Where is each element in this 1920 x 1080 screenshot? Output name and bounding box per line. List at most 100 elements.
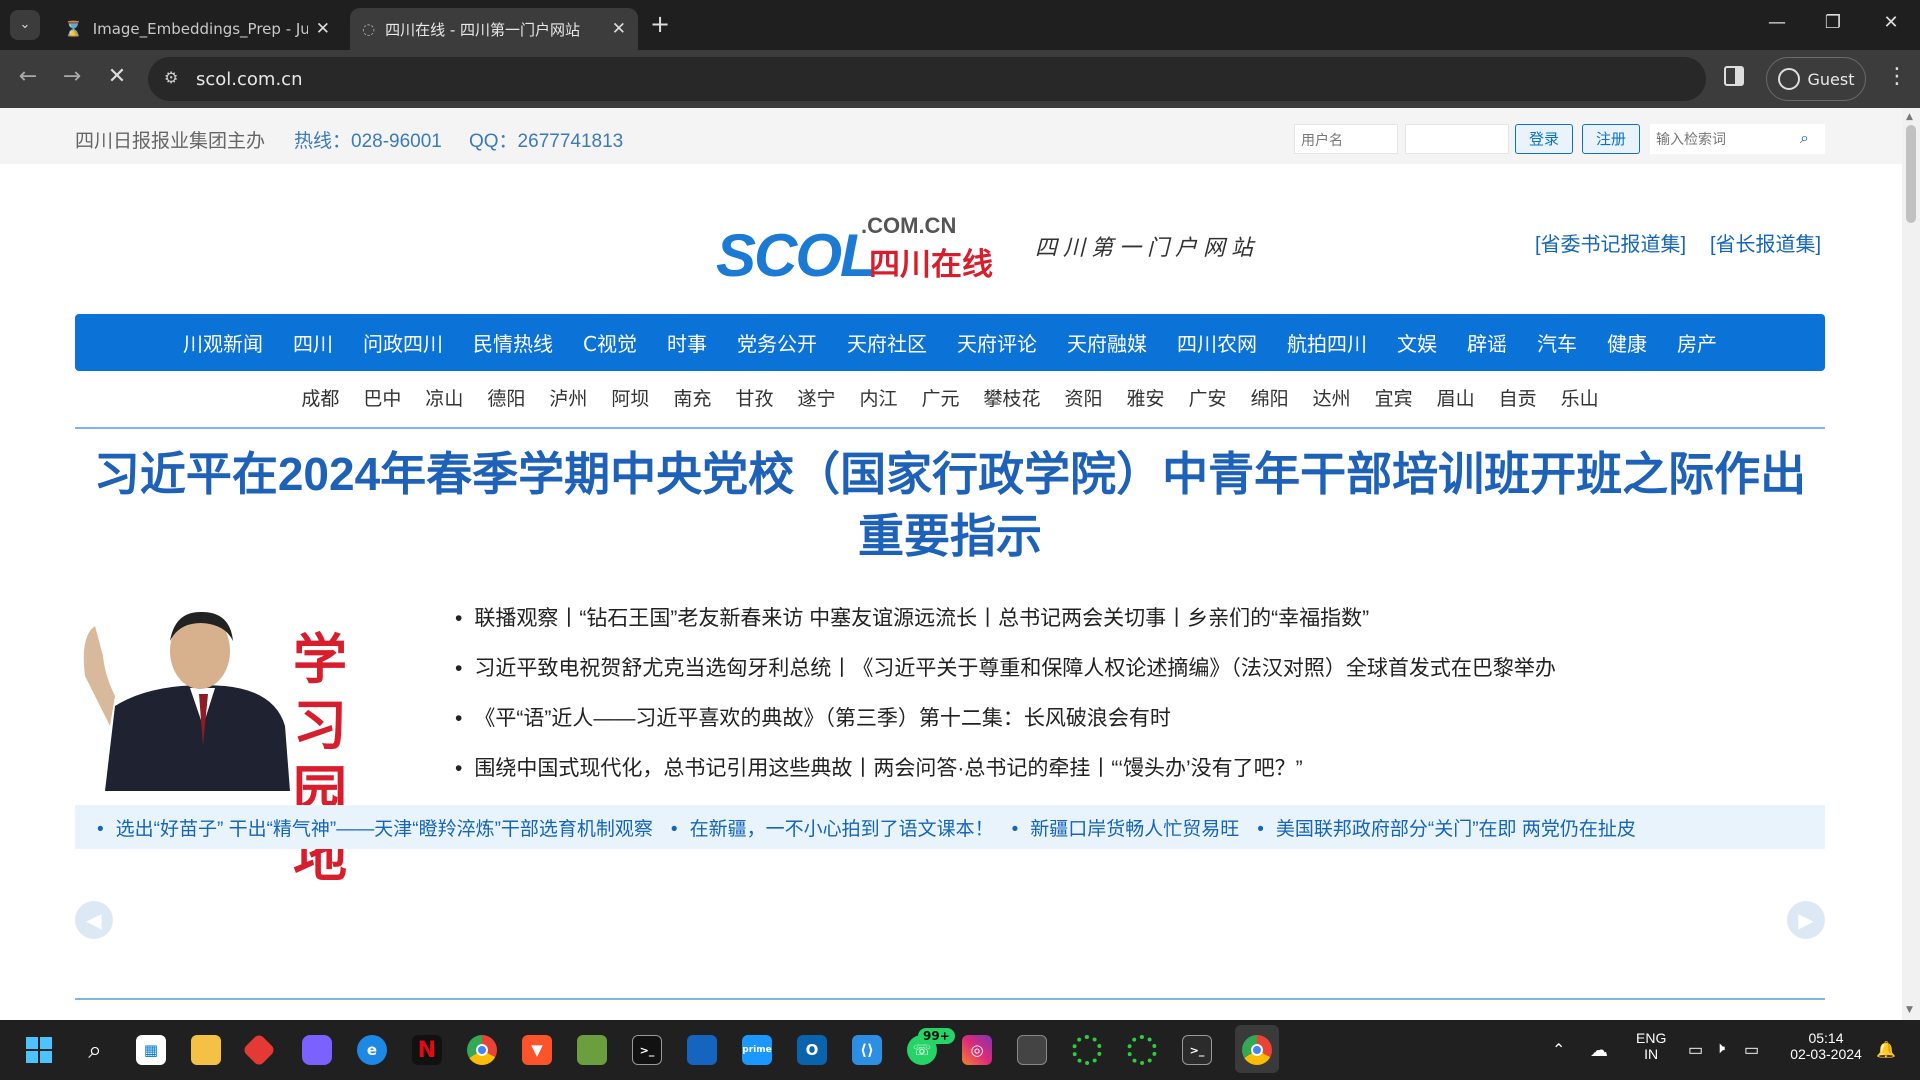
city-link[interactable]: 攀枝花 (984, 384, 1041, 411)
nav-item[interactable]: 辟谣 (1467, 328, 1507, 357)
city-link[interactable]: 遂宁 (797, 384, 835, 411)
ticker-item[interactable]: 新疆口岸货畅人忙贸易旺 (1012, 814, 1239, 841)
clock[interactable]: 05:14 02-03-2024 (1786, 1030, 1866, 1062)
chrome-active-icon[interactable] (1242, 1035, 1272, 1065)
nav-item[interactable]: 文娱 (1397, 328, 1437, 357)
city-link[interactable]: 阿坝 (611, 384, 649, 411)
volume-muted-icon[interactable]: 🕨 (1715, 1040, 1725, 1058)
nav-item[interactable]: 健康 (1607, 328, 1647, 357)
terminal-2-icon[interactable]: >_ (1182, 1035, 1212, 1065)
city-link[interactable]: 南充 (673, 384, 711, 411)
city-link[interactable]: 巴中 (363, 384, 401, 411)
tab-search-dropdown[interactable]: ⌄ (10, 10, 40, 40)
carousel-prev-icon[interactable]: ◀ (75, 901, 113, 939)
profile-button[interactable]: Guest (1766, 57, 1866, 101)
file-explorer-icon[interactable] (191, 1035, 221, 1065)
chrome-icon[interactable] (467, 1035, 497, 1065)
city-link[interactable]: 广元 (921, 384, 959, 411)
city-link[interactable]: 泸州 (549, 384, 587, 411)
ticker-item[interactable]: 美国联邦政府部分“关门”在即 两党仍在扯皮 (1257, 814, 1636, 841)
login-button[interactable]: 登录 (1515, 124, 1573, 154)
site-logo[interactable]: SCOL .COM.CN 四川在线 (716, 213, 1006, 289)
news-bullet[interactable]: 联播观察丨“钻石王国”老友新春来访 中塞友谊源远流长丨总书记两会关切事丨乡亲们的… (455, 602, 1369, 632)
page-scrollbar[interactable] (1902, 108, 1920, 1020)
brave-icon[interactable]: ▼ (522, 1035, 552, 1065)
nav-item[interactable]: 航拍四川 (1287, 328, 1367, 357)
username-field[interactable]: 用户名 (1294, 124, 1398, 154)
nav-item[interactable]: 党务公开 (737, 328, 817, 357)
back-icon[interactable]: ← (12, 64, 44, 89)
stop-loading-icon[interactable]: ✕ (101, 64, 133, 89)
app-blue-icon[interactable] (687, 1035, 717, 1065)
edge-icon[interactable]: e (357, 1035, 387, 1065)
minimize-icon[interactable]: — (1757, 12, 1797, 33)
city-link[interactable]: 达州 (1313, 384, 1351, 411)
close-window-icon[interactable]: ✕ (1871, 12, 1911, 33)
site-search-input[interactable]: 输入检索词 (1650, 124, 1825, 154)
news-bullet[interactable]: 《平“语”近人——习近平喜欢的典故》（第三季）第十二集：长风破浪会有时 (455, 702, 1170, 732)
ticker-item[interactable]: 在新疆，一不小心拍到了语文课本！ (671, 814, 994, 841)
city-link[interactable]: 眉山 (1437, 384, 1475, 411)
loading-green-icon[interactable] (1072, 1035, 1102, 1065)
nav-item[interactable]: 时事 (667, 328, 707, 357)
city-link[interactable]: 乐山 (1561, 384, 1599, 411)
loading-green-icon-2[interactable] (1127, 1035, 1157, 1065)
close-tab-icon[interactable]: ✕ (316, 19, 330, 39)
nav-item[interactable]: 民情热线 (473, 328, 553, 357)
store-icon[interactable]: ▦ (136, 1035, 166, 1065)
governor-reports-link[interactable]: [省长报道集] (1710, 228, 1821, 257)
cloud-icon[interactable]: ☁ (1590, 1040, 1608, 1061)
nav-item[interactable]: 四川农网 (1177, 328, 1257, 357)
city-link[interactable]: 内江 (859, 384, 897, 411)
prime-video-icon[interactable]: prime (742, 1035, 772, 1065)
study-garden-banner[interactable]: 学习园地 (75, 596, 430, 889)
show-hidden-icons[interactable]: ⌃ (1552, 1040, 1565, 1060)
city-link[interactable]: 成都 (301, 384, 339, 411)
city-link[interactable]: 广安 (1189, 384, 1227, 411)
city-link[interactable]: 凉山 (425, 384, 463, 411)
outlook-icon[interactable]: O (797, 1035, 827, 1065)
nav-item[interactable]: 川观新闻 (183, 328, 263, 357)
carousel-next-icon[interactable]: ▶ (1787, 901, 1825, 939)
forward-icon[interactable]: → (56, 64, 88, 89)
nav-item[interactable]: 天府评论 (957, 328, 1037, 357)
city-link[interactable]: 德阳 (487, 384, 525, 411)
nav-item[interactable]: 天府融媒 (1067, 328, 1147, 357)
site-info-icon[interactable]: ⚙ (164, 68, 178, 87)
nav-item[interactable]: C视觉 (583, 328, 637, 357)
search-icon[interactable]: ⌕ (80, 1035, 110, 1065)
news-bullet[interactable]: 围绕中国式现代化，总书记引用这些典故丨两会问答·总书记的牵挂丨“‘馒头办’没有了… (455, 752, 1302, 782)
language-indicator[interactable]: ENG IN (1636, 1030, 1666, 1062)
new-tab-button[interactable]: + (650, 10, 670, 38)
notification-bell-icon[interactable]: 🔔 (1876, 1040, 1896, 1060)
restore-icon[interactable]: ❐ (1813, 12, 1853, 33)
browser-menu-icon[interactable]: ⋮ (1886, 64, 1908, 89)
app-grey-icon[interactable] (1017, 1035, 1047, 1065)
scrollbar-thumb[interactable] (1906, 125, 1916, 223)
close-tab-icon[interactable]: ✕ (612, 19, 626, 39)
city-link[interactable]: 宜宾 (1375, 384, 1413, 411)
instagram-icon[interactable]: ◎ (962, 1035, 992, 1065)
scroll-down-icon[interactable]: ▼ (1906, 1005, 1913, 1015)
netflix-icon[interactable]: N (412, 1035, 442, 1065)
city-link[interactable]: 自贡 (1499, 384, 1537, 411)
vscode-icon[interactable]: ⟨⟩ (852, 1035, 882, 1065)
start-icon[interactable] (24, 1035, 54, 1065)
ticker-item[interactable]: 选出“好苗子” 干出“精气神”——天津“瞪羚淬炼”干部选育机制观察 (97, 814, 653, 841)
battery-icon[interactable]: ▭ (1744, 1040, 1759, 1060)
city-link[interactable]: 绵阳 (1251, 384, 1289, 411)
city-link[interactable]: 资阳 (1065, 384, 1103, 411)
nav-item[interactable]: 天府社区 (847, 328, 927, 357)
nav-item[interactable]: 房产 (1677, 328, 1717, 357)
nav-item[interactable]: 汽车 (1537, 328, 1577, 357)
password-field[interactable] (1405, 124, 1509, 154)
city-link[interactable]: 雅安 (1127, 384, 1165, 411)
side-panel-icon[interactable] (1724, 66, 1744, 86)
register-button[interactable]: 注册 (1582, 124, 1640, 154)
tab-jupyter[interactable]: ⌛ Image_Embeddings_Prep - Jupy ✕ (52, 8, 342, 50)
minecraft-icon[interactable] (577, 1035, 607, 1065)
headline-link[interactable]: 习近平在2024年春季学期中央党校（国家行政学院）中青年干部培训班开班之际作出重… (75, 443, 1825, 567)
copilot-icon[interactable] (302, 1035, 332, 1065)
tab-scol[interactable]: ◌ 四川在线 - 四川第一门户网站 ✕ (350, 8, 638, 50)
news-bullet[interactable]: 习近平致电祝贺舒尤克当选匈牙利总统丨《习近平关于尊重和保障人权论述摘编》（法汉对… (455, 652, 1556, 682)
